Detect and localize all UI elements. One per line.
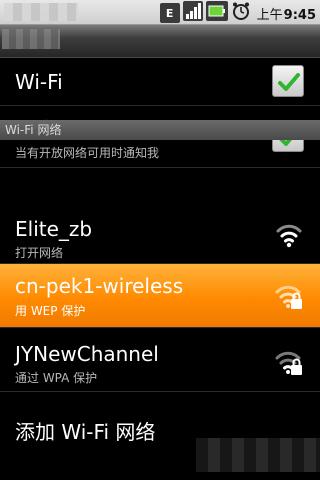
e-network-icon: E (159, 3, 180, 23)
network-item[interactable]: Elite_zb 打开网络 (0, 200, 320, 264)
network-ssid: JYNewChannel (15, 342, 159, 366)
add-network-label: 添加 Wi-Fi 网络 (15, 420, 156, 444)
wifi-locked-icon (274, 282, 304, 312)
title-bar (0, 25, 320, 58)
network-notify-summary: 当有开放网络可用时通知我 (15, 146, 160, 160)
network-ssid: cn-pek1-wireless (15, 274, 184, 298)
network-item-selected[interactable]: cn-pek1-wireless 用 WEP 保护 (0, 264, 320, 328)
signal-icon (182, 1, 203, 25)
alarm-icon (231, 1, 251, 25)
network-list: Elite_zb 打开网络 cn-pek1-wireless 用 WEP 保护 (0, 200, 320, 472)
section-header-wifi-networks: Wi-Fi 网络 (0, 120, 320, 140)
blurred-region (196, 438, 320, 472)
clock: 上午9:45 (256, 7, 316, 23)
network-status: 用 WEP 保护 (15, 304, 86, 318)
wifi-checkbox[interactable] (272, 65, 304, 97)
network-status: 打开网络 (15, 246, 64, 260)
wifi-label: Wi-Fi (15, 70, 63, 94)
network-status: 通过 WPA 保护 (15, 371, 98, 385)
wifi-toggle-row[interactable]: Wi-Fi (0, 58, 320, 106)
check-icon (278, 73, 300, 91)
battery-icon (205, 1, 228, 25)
settings-list: Wi-Fi 网络通知 当有开放网络可用时通知我 (0, 58, 320, 168)
wifi-signal-icon (274, 220, 304, 250)
wifi-locked-icon (274, 348, 304, 378)
network-ssid: Elite_zb (15, 217, 93, 241)
app-title-blurred (2, 29, 60, 49)
status-bar: E 上午9:45 (0, 0, 320, 25)
status-icons: E 上午9:45 (159, 1, 316, 25)
network-item[interactable]: JYNewChannel 通过 WPA 保护 (0, 328, 320, 392)
notification-area-blurred (4, 3, 78, 21)
